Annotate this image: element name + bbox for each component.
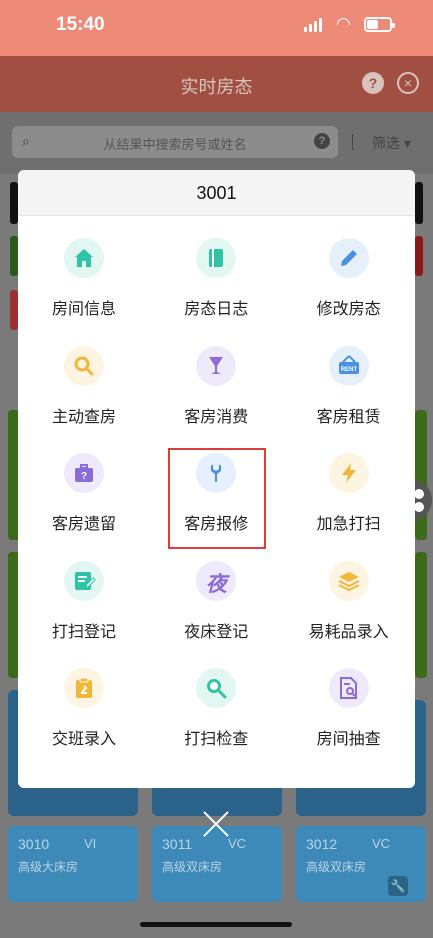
close-dialog-icon[interactable] <box>202 810 230 838</box>
status-filter-chip <box>415 182 423 224</box>
action-home[interactable]: 房间信息 <box>18 216 150 323</box>
status-bar: 15:40 ◠ <box>0 0 433 56</box>
filter-label: 筛选 <box>372 135 400 151</box>
room-type: 高级大床房 <box>18 860 79 874</box>
help-button[interactable]: ? <box>362 72 384 94</box>
close-button[interactable]: × <box>397 72 419 94</box>
action-label: 修改房态 <box>316 301 381 318</box>
edit-form-icon <box>64 560 104 601</box>
status-filter-chip <box>415 236 423 276</box>
room-status-code: VC <box>372 836 391 851</box>
action-lightning[interactable]: 加急打扫 <box>283 431 415 538</box>
search-help-icon[interactable]: ? <box>314 133 330 149</box>
action-layers[interactable]: 易耗品录入 <box>283 539 415 646</box>
action-magnifier[interactable]: 主动查房 <box>18 324 150 431</box>
battery-icon <box>364 17 395 32</box>
room-type: 高级双床房 <box>306 860 367 874</box>
action-label: 加急打扫 <box>316 516 381 533</box>
room-number: 3012 <box>306 836 338 852</box>
action-edit-form[interactable]: 打扫登记 <box>18 539 150 646</box>
magnifier-icon <box>64 345 104 386</box>
svg-text:RENT: RENT <box>340 367 357 373</box>
action-label: 打扫登记 <box>51 623 116 641</box>
home-indicator <box>140 922 292 927</box>
layers-icon <box>328 560 369 601</box>
action-label: 客房遗留 <box>51 516 116 533</box>
action-briefcase[interactable]: ? 客房遗留 <box>18 431 150 538</box>
document-search-icon <box>328 668 369 708</box>
home-indicator-area <box>0 902 433 938</box>
room-status-code: VI <box>84 836 97 851</box>
lightning-icon <box>328 453 369 493</box>
room-card[interactable]: 3012 VC 高级双床房 🔧 <box>296 826 426 902</box>
status-filter-chip <box>10 236 18 276</box>
action-label: 易耗品录入 <box>308 623 389 641</box>
chevron-down-icon: ▾ <box>403 135 411 151</box>
room-card <box>415 552 427 678</box>
action-search-check[interactable]: 打扫检查 <box>150 646 282 753</box>
action-label: 房间信息 <box>51 301 116 318</box>
signal-icon <box>304 18 322 32</box>
icon-glyph: 夜 <box>205 572 227 596</box>
page-header: 实时房态 ? × <box>0 56 433 112</box>
clipboard-icon <box>64 668 104 708</box>
svg-text:?: ? <box>81 471 87 482</box>
home-icon <box>64 238 104 278</box>
action-label: 夜床登记 <box>184 623 249 641</box>
rent-sign-icon: RENT <box>328 345 369 386</box>
action-clipboard[interactable]: 交班录入 <box>18 646 150 753</box>
filter-dropdown[interactable]: 筛选 ▾ <box>372 133 411 153</box>
room-number: 3011 <box>162 836 193 852</box>
action-label: 交班录入 <box>51 731 116 748</box>
action-label: 房间抽查 <box>316 731 381 748</box>
action-rent-sign[interactable]: RENT 客房租赁 <box>283 324 415 431</box>
status-filter-chip <box>10 182 18 224</box>
action-pencil[interactable]: 修改房态 <box>283 216 415 323</box>
briefcase-icon: ? <box>64 453 104 493</box>
night-char-icon: 夜 <box>196 560 237 601</box>
action-document-search[interactable]: 房间抽查 <box>283 646 415 753</box>
wrench-icon: 🔧 <box>388 876 408 896</box>
pencil-icon <box>328 238 369 278</box>
room-status-code: VC <box>228 836 247 851</box>
goblet-icon <box>196 345 237 386</box>
status-filter-chip <box>10 290 18 330</box>
dialog-title: 3001 <box>18 170 415 216</box>
search-input[interactable]: ⌕ 从结果中搜索房号或姓名 ? <box>12 126 338 158</box>
selection-highlight <box>168 448 266 549</box>
search-placeholder: 从结果中搜索房号或姓名 <box>103 137 247 152</box>
status-time: 15:40 <box>56 14 105 35</box>
book-icon <box>196 238 237 278</box>
action-label: 客房租赁 <box>316 408 381 426</box>
action-label: 房态日志 <box>184 301 249 318</box>
room-number: 3010 <box>18 836 50 852</box>
action-book[interactable]: 房态日志 <box>150 216 282 323</box>
room-card <box>415 410 427 540</box>
wifi-icon: ◠ <box>336 14 351 33</box>
divider <box>352 134 353 150</box>
room-type: 高级双床房 <box>162 860 223 874</box>
action-goblet[interactable]: 客房消费 <box>150 324 282 431</box>
action-label: 主动查房 <box>51 408 116 426</box>
search-row: ⌕ 从结果中搜索房号或姓名 ? 筛选 ▾ <box>0 112 433 174</box>
action-label: 客房消费 <box>184 408 249 426</box>
action-night-char[interactable]: 夜夜床登记 <box>150 539 282 646</box>
search-check-icon <box>196 668 237 708</box>
action-label: 打扫检查 <box>184 731 249 748</box>
room-card[interactable]: 3010 VI 高级大床房 <box>8 826 138 902</box>
